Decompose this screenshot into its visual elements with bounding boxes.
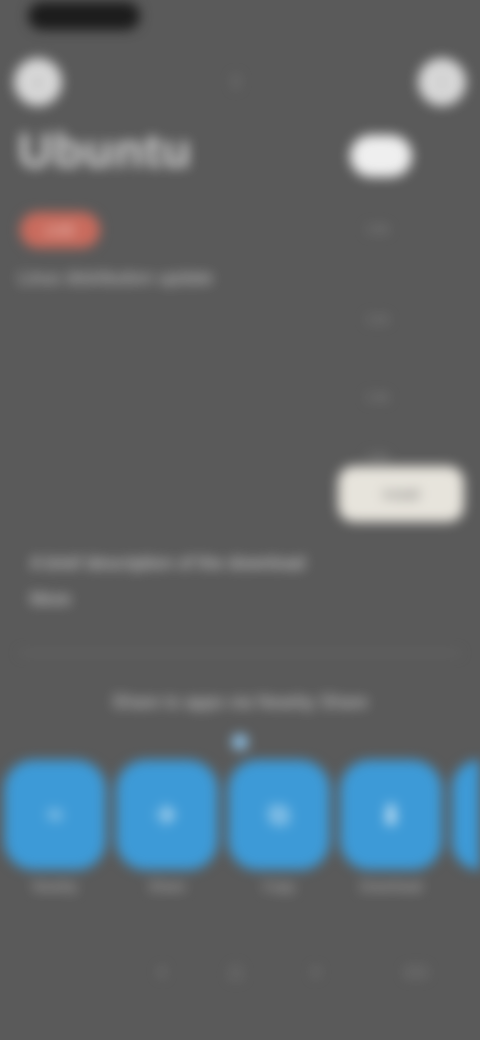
description-text: A brief description of the download [30, 553, 306, 573]
toolbar-back[interactable]: ‹ [142, 950, 182, 990]
status-bar [28, 2, 140, 30]
share-app-nearby[interactable]: ≈ [4, 760, 106, 870]
nearby-indicator-icon [232, 734, 248, 750]
page-title: Ubuntu [18, 125, 192, 178]
nearby-icon: ≈ [47, 799, 63, 830]
speed-option[interactable]: 1.2x [366, 312, 389, 326]
share-button[interactable]: ⇪ [212, 58, 260, 106]
share-app-label: Share [148, 878, 186, 894]
share-app-label: Nearby [32, 878, 78, 894]
install-button[interactable]: Install [338, 466, 464, 522]
copy-icon: ⧉ [269, 798, 289, 830]
share-app-send[interactable]: ✈ [116, 760, 218, 870]
toolbar-forward[interactable]: › [296, 950, 336, 990]
share-apps-row: ≈ Nearby ✈ Share ⧉ Copy ⬇ Download [0, 760, 480, 910]
speed-option[interactable]: 1.6x [366, 450, 389, 464]
back-icon: ‹ [35, 71, 41, 92]
share-sheet-title: Share to apps via Nearby Share [111, 692, 369, 712]
speed-option[interactable]: 1.0x [366, 222, 389, 236]
share-app-label: Copy [262, 878, 296, 894]
toolbar-tabs[interactable]: ▭ [396, 950, 436, 990]
share-app-label: Download [359, 878, 423, 894]
tabs-icon: ▭ [403, 954, 429, 985]
send-icon: ✈ [155, 799, 179, 831]
status-badge: LIVE [20, 212, 100, 248]
download-icon: ⬇ [379, 799, 403, 831]
back-icon: ‹ [157, 954, 167, 985]
more-icon: ⋮ [433, 71, 451, 92]
divider [20, 652, 460, 654]
subtitle: Linux distribution update [18, 268, 214, 288]
toolbar-home[interactable]: ⌂ [216, 950, 256, 990]
description: A brief description of the download More [30, 545, 330, 617]
forward-icon: › [311, 954, 321, 985]
back-button[interactable]: ‹ [14, 58, 62, 106]
share-app-copy[interactable]: ⧉ [228, 760, 330, 870]
share-app-more[interactable] [452, 760, 480, 870]
home-icon: ⌂ [228, 954, 244, 985]
screen: ‹ ⇪ ⋮ Ubuntu LIVE Linux distribution upd… [0, 0, 480, 1040]
speed-option[interactable]: 1.4x [366, 390, 389, 404]
more-button[interactable]: ⋮ [418, 58, 466, 106]
speed-selector[interactable] [350, 135, 412, 177]
share-app-download[interactable]: ⬇ [340, 760, 442, 870]
description-more-link[interactable]: More [30, 581, 330, 617]
share-icon: ⇪ [228, 71, 244, 92]
